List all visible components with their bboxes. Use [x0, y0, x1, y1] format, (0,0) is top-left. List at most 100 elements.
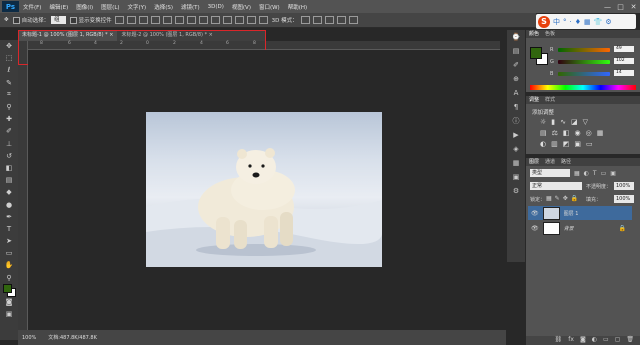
swatches-icon[interactable]: ▦ [507, 156, 525, 170]
new-group-icon[interactable]: ▭ [603, 336, 609, 345]
tool-presets-icon[interactable]: ⚙ [507, 184, 525, 198]
black-white-icon[interactable]: ◧ [563, 129, 570, 137]
brush-tool-icon[interactable]: ✐ [0, 125, 18, 137]
show-transform-checkbox[interactable] [69, 16, 77, 24]
lock-image-icon[interactable]: ✎ [555, 195, 560, 202]
link-layers-icon[interactable]: ⛓ [555, 336, 563, 345]
properties-icon[interactable]: ▤ [507, 44, 525, 58]
zoom-level[interactable]: 100% [22, 335, 36, 341]
3d-roll-icon[interactable] [312, 16, 322, 24]
menu-layer[interactable]: 图层(L) [97, 3, 123, 11]
distribute-center-icon[interactable] [234, 16, 244, 24]
3d-drag-icon[interactable] [324, 16, 334, 24]
menu-file[interactable]: 文件(F) [19, 3, 45, 11]
menu-edit[interactable]: 编辑(E) [45, 3, 72, 11]
channel-r-slider[interactable] [558, 48, 610, 52]
color-panel-foreground-swatch[interactable] [530, 47, 542, 59]
close-window-button[interactable]: ✕ [627, 3, 640, 11]
menu-image[interactable]: 图像(I) [72, 3, 97, 11]
invert-icon[interactable]: ◐ [540, 140, 546, 148]
color-lookup-icon[interactable]: ▦ [597, 129, 604, 137]
3d-slide-icon[interactable] [336, 16, 346, 24]
gradient-map-icon[interactable]: ▭ [586, 140, 593, 148]
auto-select-checkbox[interactable] [12, 16, 20, 24]
new-adjustment-icon[interactable]: ◐ [592, 336, 597, 345]
history-icon[interactable]: ⌚ [507, 30, 525, 44]
add-mask-icon[interactable]: ◙ [580, 336, 586, 345]
lock-position-icon[interactable]: ✥ [563, 195, 568, 202]
auto-select-option[interactable]: 自动选择： 组 [12, 16, 66, 24]
foreground-background-colors[interactable] [0, 283, 18, 297]
filter-shape-icon[interactable]: ▭ [601, 170, 607, 177]
filter-type-icon[interactable]: T [593, 170, 597, 177]
align-center-icon[interactable] [162, 16, 172, 24]
foreground-color-swatch[interactable] [3, 283, 12, 293]
visibility-eye-icon[interactable]: 👁 [531, 210, 539, 217]
maximize-button[interactable]: □ [614, 3, 627, 11]
photo-filter-icon[interactable]: ◉ [575, 129, 581, 137]
crop-tool-icon[interactable]: ⌗ [0, 89, 18, 101]
path-select-tool-icon[interactable]: ➤ [0, 235, 18, 247]
zoom-tool-icon[interactable]: ⚲ [0, 272, 18, 284]
channel-mixer-icon[interactable]: ◎ [586, 129, 592, 137]
pen-tool-icon[interactable]: ✒ [0, 211, 18, 223]
layer-comps-icon[interactable]: ▣ [507, 170, 525, 184]
curves-icon[interactable]: ∿ [560, 118, 566, 126]
type-tool-icon[interactable]: T [0, 223, 18, 235]
screen-mode-icon[interactable]: ▣ [0, 308, 18, 320]
channel-b-slider[interactable] [558, 72, 610, 76]
3d-scale-icon[interactable] [348, 16, 358, 24]
layer-filter-kind[interactable]: 类型 [530, 169, 570, 177]
layer-name[interactable]: 图层 1 [564, 210, 579, 217]
quick-select-tool-icon[interactable]: ✎ [0, 77, 18, 89]
distribute-left-icon[interactable] [222, 16, 232, 24]
polar-bear-photo[interactable] [146, 112, 382, 267]
menu-filter[interactable]: 滤镜(T) [177, 3, 204, 11]
paragraph-icon[interactable]: ¶ [507, 100, 525, 114]
eyedropper-tool-icon[interactable]: ⚲ [0, 101, 18, 113]
align-top-icon[interactable] [114, 16, 124, 24]
filter-pixel-icon[interactable]: ▦ [574, 170, 580, 177]
lock-transparency-icon[interactable]: ▦ [546, 195, 552, 202]
hue-saturation-icon[interactable]: ▤ [540, 129, 547, 137]
tab-paths[interactable]: 路径 [561, 158, 571, 166]
eraser-tool-icon[interactable]: ◧ [0, 162, 18, 174]
menu-view[interactable]: 视图(V) [228, 3, 255, 11]
menu-3d[interactable]: 3D(D) [204, 4, 228, 10]
move-tool-preset[interactable]: ✥ [4, 17, 9, 23]
channel-g-slider[interactable] [558, 60, 610, 64]
align-right-icon[interactable] [174, 16, 184, 24]
opacity-field[interactable]: 100% [614, 182, 634, 190]
3d-rotate-icon[interactable] [300, 16, 310, 24]
shape-tool-icon[interactable]: ▭ [0, 247, 18, 259]
distribute-top-icon[interactable] [186, 16, 196, 24]
align-bottom-icon[interactable] [138, 16, 148, 24]
color-spectrum-bar[interactable] [530, 85, 636, 90]
character-icon[interactable]: A [507, 86, 525, 100]
color-balance-icon[interactable]: ⚖ [552, 129, 558, 137]
ime-skin-icon[interactable]: 👕 [594, 18, 603, 26]
menu-type[interactable]: 文字(Y) [124, 3, 151, 11]
ime-keyboard-icon[interactable]: ▦ [584, 18, 591, 26]
layer-style-icon[interactable]: fx [568, 336, 574, 345]
history-brush-tool-icon[interactable]: ↺ [0, 150, 18, 162]
clone-source-icon[interactable]: ⊕ [507, 72, 525, 86]
auto-select-dropdown[interactable]: 组 [51, 16, 66, 24]
auto-align-icon[interactable] [258, 16, 268, 24]
tab-color[interactable]: 颜色 [529, 30, 539, 38]
marquee-tool-icon[interactable]: ⬚ [0, 52, 18, 64]
show-transform-option[interactable]: 显示变换控件 [69, 16, 112, 24]
distribute-middle-icon[interactable] [198, 16, 208, 24]
sogou-ime-bar[interactable]: S 中 ° · ♦ ▦ 👕 ⚙ [536, 14, 636, 29]
align-left-icon[interactable] [150, 16, 160, 24]
selective-color-icon[interactable]: ▣ [574, 140, 581, 148]
tab-styles[interactable]: 样式 [545, 96, 555, 104]
distribute-right-icon[interactable] [246, 16, 256, 24]
ime-chinese-mode[interactable]: 中 [553, 17, 560, 27]
brightness-icon[interactable]: ☼ [540, 118, 546, 126]
move-tool-icon[interactable]: ✥ [0, 40, 18, 52]
actions-icon[interactable]: ▶ [507, 128, 525, 142]
hand-tool-icon[interactable]: ✋ [0, 259, 18, 271]
exposure-icon[interactable]: ◪ [571, 118, 578, 126]
levels-icon[interactable]: ▮ [551, 118, 555, 126]
